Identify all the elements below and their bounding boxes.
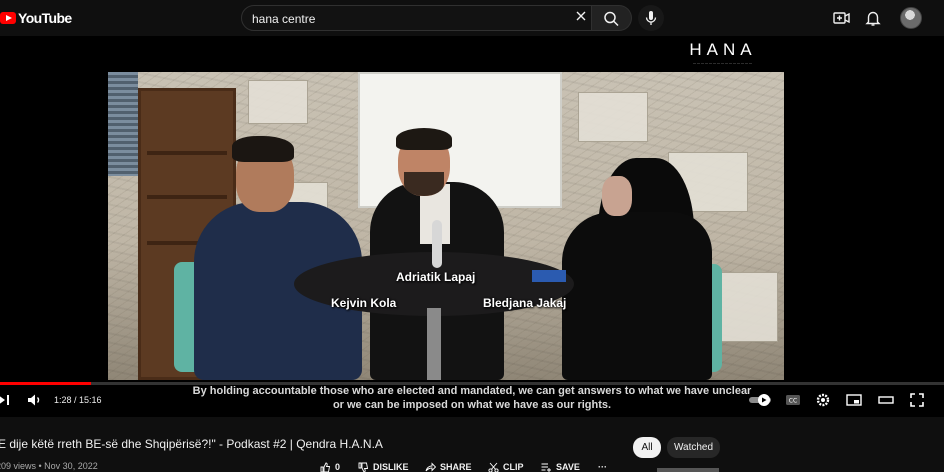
thumbs-up-icon	[320, 462, 331, 472]
search-input[interactable]	[252, 11, 552, 27]
mic-icon	[645, 11, 657, 25]
table-leg	[427, 308, 441, 380]
save-label: SAVE	[556, 462, 580, 472]
settings-icon[interactable]	[815, 391, 831, 409]
dislike-button[interactable]: DISLIKE	[358, 461, 409, 472]
progress-played	[0, 382, 91, 385]
svg-text:CC: CC	[789, 398, 797, 405]
microphone	[432, 220, 442, 268]
like-count: 0	[335, 462, 341, 472]
name-tag-left: Kejvin Kola	[331, 296, 397, 310]
share-label: SHARE	[440, 462, 472, 472]
masthead: YouTube	[0, 0, 944, 36]
person-center-beard	[404, 172, 444, 196]
caption-line-2: or we can be imposed on what we have as …	[332, 399, 612, 411]
create-icon[interactable]	[831, 8, 851, 28]
share-icon	[425, 461, 436, 472]
voice-search-button[interactable]	[638, 5, 664, 31]
captions: By holding accountable those who are ele…	[130, 384, 814, 412]
fullscreen-icon[interactable]	[909, 391, 925, 409]
related-video-thumbnail[interactable]	[657, 468, 719, 472]
autoplay-toggle[interactable]	[749, 391, 773, 409]
caption-line-1: By holding accountable those who are ele…	[192, 385, 752, 397]
video-meta: 209 views • Nov 30, 2022	[0, 461, 98, 471]
scissors-icon	[488, 462, 499, 472]
more-icon: ···	[598, 462, 607, 472]
youtube-logo[interactable]: YouTube	[0, 9, 72, 27]
shelf-board	[147, 195, 227, 199]
save-button[interactable]: SAVE	[541, 461, 580, 472]
search-button[interactable]	[592, 5, 632, 31]
person-right-face	[602, 176, 632, 216]
hana-watermark-text: HANA	[689, 40, 757, 59]
video-title: E dije këtë rreth BE-së dhe Shqipërisë?!…	[0, 437, 383, 451]
hana-watermark-rule: ———————————————	[693, 61, 753, 65]
time-display: 1:28 / 15:16	[54, 395, 102, 405]
notifications-bell-icon[interactable]	[863, 8, 883, 28]
person-right	[562, 212, 712, 380]
avatar[interactable]	[900, 7, 922, 29]
like-button[interactable]: 0	[320, 461, 340, 472]
miniplayer-icon[interactable]	[846, 391, 862, 409]
theater-icon[interactable]	[878, 391, 894, 409]
chip-all[interactable]: All	[633, 437, 661, 458]
dislike-label: DISLIKE	[373, 462, 409, 472]
person-left-hair	[232, 136, 294, 162]
clip-button[interactable]: CLIP	[488, 461, 524, 472]
shelf-board	[147, 151, 227, 155]
window-blind	[108, 72, 138, 176]
search-icon	[604, 11, 619, 27]
search-box	[241, 5, 592, 31]
clear-icon[interactable]	[574, 9, 588, 23]
name-tag-right: Bledjana Jakaj	[483, 296, 567, 310]
next-icon[interactable]	[0, 391, 12, 409]
clip-label: CLIP	[503, 462, 524, 472]
share-button[interactable]: SHARE	[425, 461, 472, 472]
name-tag-center: Adriatik Lapaj	[396, 270, 476, 284]
save-playlist-icon	[541, 463, 551, 472]
notebook	[532, 270, 566, 282]
video-frame	[108, 72, 784, 380]
more-actions-button[interactable]: ···	[598, 461, 607, 472]
thumbs-down-icon	[358, 462, 369, 472]
chip-watched[interactable]: Watched	[667, 437, 720, 458]
logo-text: YouTube	[18, 10, 72, 26]
person-center-hair	[396, 128, 452, 150]
youtube-play-icon	[0, 12, 16, 24]
newspaper-clipping	[248, 80, 308, 124]
hana-watermark-logo: HANA ———————————————	[682, 40, 764, 68]
newspaper-clipping	[578, 92, 648, 142]
captions-icon[interactable]: CC	[785, 391, 801, 409]
volume-icon[interactable]	[26, 391, 44, 409]
